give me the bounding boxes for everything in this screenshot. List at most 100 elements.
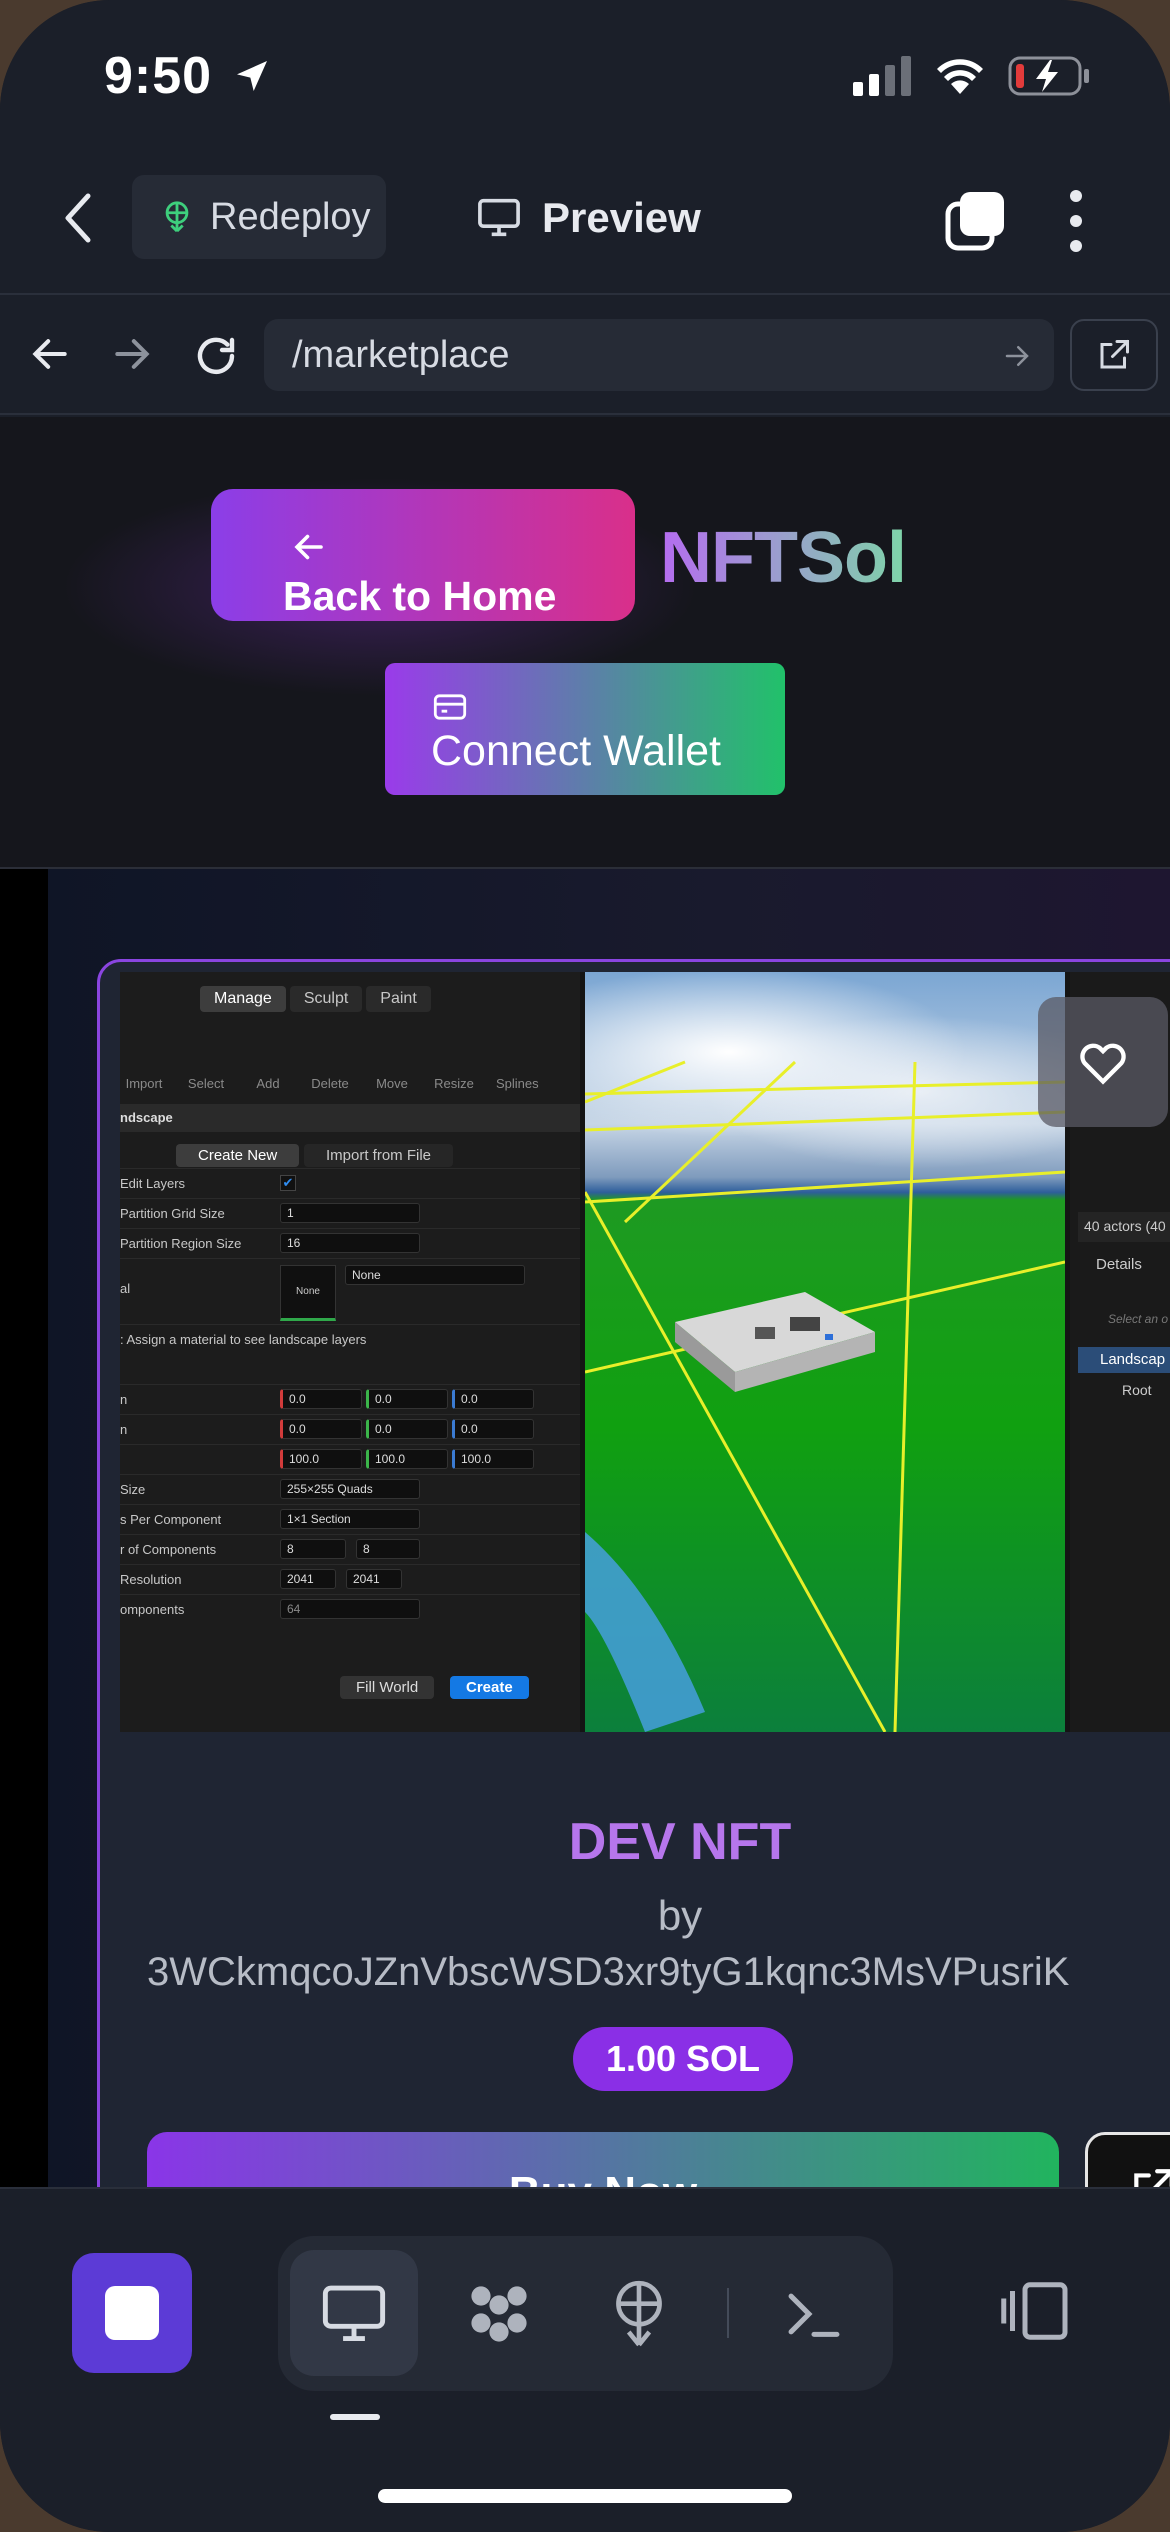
editor-row: al None None <box>120 1258 580 1324</box>
nft-owner-address: 3WCkmqcoJZnVbscWSD3xr9tyG1kqnc3MsVPusriK <box>147 1950 1070 1994</box>
landscape-grid <box>585 1060 1065 1732</box>
fill-world-button: Fill World <box>340 1676 435 1699</box>
side-panel-icon[interactable] <box>1000 2281 1070 2341</box>
nft-title: DEV NFT <box>568 1813 792 1871</box>
view-external-button[interactable] <box>1085 2132 1170 2187</box>
row-field: 0.0 <box>452 1419 534 1439</box>
editor-section-header: ndscape <box>120 1104 580 1132</box>
wifi-icon <box>937 59 983 94</box>
app-header: Redeploy Preview <box>0 150 1170 295</box>
nft-image[interactable]: Manage Sculpt Paint Import Select Add De… <box>120 972 1170 1732</box>
editor-row: n 0.0 0.0 0.0 <box>120 1384 580 1414</box>
editor-row: Resolution 2041 2041 <box>120 1564 580 1594</box>
row-field: 2041 <box>346 1569 402 1589</box>
editor-viewport <box>585 972 1065 1732</box>
back-to-home-button[interactable]: Back to Home <box>211 489 635 621</box>
tool-add: Add <box>256 1076 280 1091</box>
import-file-tab: Import from File <box>304 1144 454 1167</box>
modules-icon[interactable] <box>463 2278 535 2350</box>
row-label: : Assign a material to see landscape lay… <box>120 1332 367 1347</box>
row-field: 0.0 <box>366 1389 448 1409</box>
tabs-icon[interactable] <box>944 190 1006 252</box>
checkbox-checked-icon: ✔ <box>280 1175 296 1191</box>
row-field: 8 <box>356 1539 420 1559</box>
battery-charging-icon <box>1008 56 1089 96</box>
tool-resize: Resize <box>434 1076 474 1091</box>
create-new-tab: Create New <box>176 1144 300 1167</box>
status-time: 9:50 <box>104 47 213 105</box>
row-field: 0.0 <box>280 1389 362 1409</box>
row-label: Resolution <box>120 1572 182 1587</box>
row-label: omponents <box>120 1602 185 1617</box>
desktop-icon[interactable] <box>320 2284 388 2344</box>
row-field: 0.0 <box>366 1419 448 1439</box>
editor-row: s Per Component 1×1 Section <box>120 1504 580 1534</box>
preview-tab[interactable]: Preview <box>476 180 701 256</box>
divider <box>727 2288 729 2338</box>
editor-tab-sculpt: Sculpt <box>289 986 363 1012</box>
row-field: 255×255 Quads <box>280 1479 420 1499</box>
details-tab: Details <box>1096 1256 1142 1273</box>
row-field: 100.0 <box>280 1449 362 1469</box>
open-external-icon <box>1100 340 1129 369</box>
outliner-landscape: Landscap <box>1078 1347 1170 1373</box>
nft-card[interactable]: Manage Sculpt Paint Import Select Add De… <box>97 959 1170 2187</box>
site-logo[interactable]: NFTSol <box>660 517 907 599</box>
row-label: Edit Layers <box>120 1176 186 1191</box>
bottom-toolbar <box>0 2187 1170 2532</box>
browser-back-icon[interactable] <box>28 332 72 376</box>
tool-import: Import <box>125 1076 163 1091</box>
editor-tools: Import Select Add Delete Move Resize Spl… <box>120 1042 580 1102</box>
monitor-icon <box>478 198 520 237</box>
terminal-icon[interactable] <box>783 2286 845 2342</box>
phone-frame: 9:50 Redeploy Preview /marketplace Back … <box>0 0 1170 2532</box>
stop-button[interactable] <box>72 2253 192 2373</box>
row-field: 100.0 <box>366 1449 448 1469</box>
material-thumbnail: None <box>280 1265 336 1321</box>
editor-panel: Manage Sculpt Paint Import Select Add De… <box>120 972 580 1732</box>
tool-select: Select <box>187 1076 225 1091</box>
row-label: Size <box>120 1482 146 1497</box>
open-external-button[interactable] <box>1070 319 1158 391</box>
back-to-home-label: Back to Home <box>283 573 557 619</box>
status-bar: 9:50 <box>0 0 1170 150</box>
editor-row: Partition Region Size 16 <box>120 1228 580 1258</box>
go-arrow-icon[interactable] <box>1002 341 1032 371</box>
outliner-root: Root <box>1122 1382 1152 1398</box>
nft-by-label: by <box>657 1892 703 1939</box>
redeploy-button[interactable]: Redeploy <box>132 175 386 259</box>
create-button: Create <box>450 1676 529 1699</box>
url-field[interactable]: /marketplace <box>264 319 1054 391</box>
row-label: n <box>120 1392 128 1407</box>
deploy-icon[interactable] <box>608 2278 670 2350</box>
back-chevron-icon[interactable] <box>60 188 96 248</box>
cellular-signal-icon <box>853 56 911 96</box>
editor-row: Size 255×255 Quads <box>120 1474 580 1504</box>
editor-tabs: Manage Sculpt Paint <box>200 986 431 1012</box>
heart-icon <box>1080 1043 1126 1085</box>
url-bar: /marketplace <box>0 297 1170 415</box>
stop-icon <box>105 2286 159 2340</box>
marketplace-section: Manage Sculpt Paint Import Select Add De… <box>0 867 1170 2187</box>
reload-icon[interactable] <box>192 332 240 380</box>
browser-forward-icon[interactable] <box>110 332 154 376</box>
row-field: 1 <box>280 1203 420 1223</box>
connect-wallet-button[interactable]: Connect Wallet <box>385 663 785 795</box>
editor-row: 100.0 100.0 100.0 <box>120 1444 580 1474</box>
tool-splines: Splines <box>496 1076 539 1091</box>
nft-price-badge: 1.00 SOL <box>573 2027 793 2091</box>
arrow-left-icon <box>294 534 323 560</box>
outliner-hint: Select an o <box>1108 1312 1169 1326</box>
redeploy-label: Redeploy <box>210 195 371 238</box>
row-label: al <box>120 1281 131 1296</box>
redeploy-icon <box>165 201 189 233</box>
more-options-icon[interactable] <box>1066 186 1086 256</box>
page-indicator <box>330 2414 380 2420</box>
editor-tab-manage: Manage <box>200 986 286 1012</box>
buy-now-button[interactable]: Buy Now <box>147 2132 1059 2187</box>
home-indicator[interactable] <box>378 2489 792 2503</box>
wallet-card-icon <box>433 694 467 720</box>
row-field: 100.0 <box>452 1449 534 1469</box>
favorite-button[interactable] <box>1038 997 1168 1127</box>
row-label: s Per Component <box>120 1512 222 1527</box>
